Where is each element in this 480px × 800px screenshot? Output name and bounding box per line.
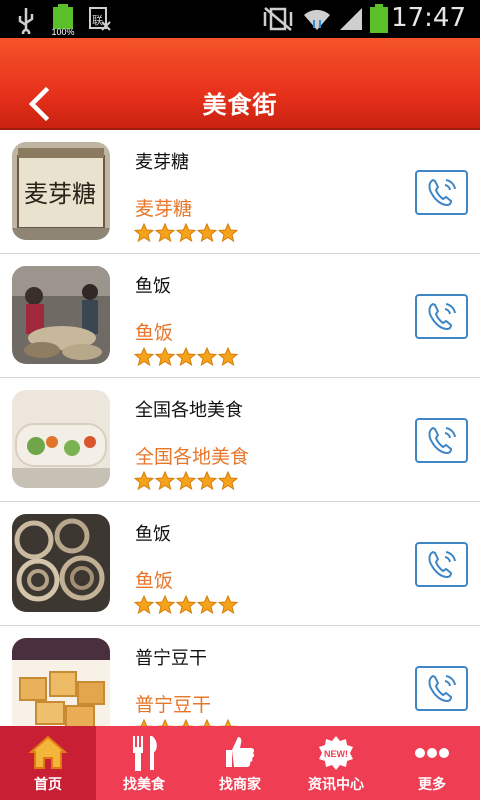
tab-news-center[interactable]: NEW! 资讯中心: [288, 726, 384, 800]
food-thumbnail: [12, 266, 110, 364]
svg-text:联: 联: [92, 14, 103, 27]
tab-label: 找美食: [123, 777, 165, 793]
clipboard-icon: 联: [89, 7, 111, 31]
food-thumbnail: [12, 638, 110, 726]
usb-icon: [18, 8, 34, 34]
star-icon: [176, 595, 196, 615]
battery-full-icon: 100%: [50, 4, 76, 40]
star-icon: [197, 595, 217, 615]
phone-icon: [428, 178, 456, 206]
item-subtitle: 鱼饭: [135, 322, 174, 344]
phone-icon: [428, 550, 456, 578]
star-icon: [197, 223, 217, 243]
tab-label: 资讯中心: [308, 777, 364, 793]
star-icon: [155, 595, 175, 615]
vibrate-mute-icon: [263, 7, 293, 31]
star-icon: [218, 347, 238, 367]
food-thumbnail: [12, 390, 110, 488]
home-icon: [28, 735, 68, 769]
call-button[interactable]: [415, 418, 468, 463]
more-dots-icon: [415, 748, 449, 758]
star-icon: [176, 471, 196, 491]
tab-label: 找商家: [219, 777, 261, 793]
item-subtitle: 全国各地美食: [135, 446, 250, 468]
star-icon: [197, 347, 217, 367]
fork-knife-icon: [133, 736, 157, 771]
list-item[interactable]: 鱼饭 鱼饭: [0, 254, 480, 378]
food-thumbnail: [12, 514, 110, 612]
phone-icon: [428, 302, 456, 330]
signal-icon: [340, 8, 362, 30]
status-time: 17:47: [391, 3, 466, 33]
star-icon: [155, 471, 175, 491]
star-icon: [218, 471, 238, 491]
tab-find-merchant[interactable]: 找商家: [192, 726, 288, 800]
item-name: 麦芽糖: [135, 152, 189, 173]
battery-percent: 100%: [51, 27, 74, 36]
rating-stars: [134, 347, 238, 367]
item-subtitle: 麦芽糖: [135, 198, 193, 220]
title-bar: 美食街: [0, 38, 480, 130]
star-icon: [134, 595, 154, 615]
star-icon: [155, 347, 175, 367]
call-button[interactable]: [415, 170, 468, 215]
page-title: 美食街: [202, 91, 278, 119]
phone-icon: [428, 674, 456, 702]
rating-stars: [134, 719, 238, 726]
battery-charging-icon: [370, 4, 388, 33]
tab-home[interactable]: 首页: [0, 726, 96, 800]
rating-stars: [134, 471, 238, 491]
food-thumbnail: 麦芽糖: [12, 142, 110, 240]
item-name: 鱼饭: [135, 276, 171, 297]
star-icon: [134, 223, 154, 243]
new-badge-icon: NEW!: [319, 736, 353, 770]
call-button[interactable]: [415, 294, 468, 339]
star-icon: [218, 223, 238, 243]
bottom-tab-bar: 首页 找美食 找商家 NEW! 资讯中心 更多: [0, 726, 480, 800]
list-item[interactable]: 麦芽糖 麦芽糖 麦芽糖: [0, 130, 480, 254]
list-item[interactable]: 鱼饭 鱼饭: [0, 502, 480, 626]
svg-text:麦芽糖: 麦芽糖: [24, 180, 96, 208]
tab-more[interactable]: 更多: [384, 726, 480, 800]
call-button[interactable]: [415, 542, 468, 587]
thumbs-up-icon: [226, 737, 255, 767]
star-icon: [218, 719, 238, 726]
star-icon: [218, 595, 238, 615]
item-name: 全国各地美食: [135, 400, 243, 421]
tab-find-food[interactable]: 找美食: [96, 726, 192, 800]
rating-stars: [134, 223, 238, 243]
item-name: 鱼饭: [135, 524, 171, 545]
star-icon: [134, 471, 154, 491]
star-icon: [176, 719, 196, 726]
star-icon: [197, 719, 217, 726]
food-list[interactable]: 麦芽糖 麦芽糖 麦芽糖 鱼饭 鱼饭 全国各地美食 全国各地美食 鱼饭 鱼饭 普宁…: [0, 130, 480, 726]
list-item[interactable]: 普宁豆干 普宁豆干: [0, 626, 480, 726]
wifi-icon: [304, 9, 330, 30]
rating-stars: [134, 595, 238, 615]
phone-icon: [428, 426, 456, 454]
item-subtitle: 鱼饭: [135, 570, 174, 592]
star-icon: [197, 471, 217, 491]
tab-label: 更多: [418, 777, 446, 793]
status-bar: 100% 联 17:47: [0, 0, 480, 38]
star-icon: [134, 347, 154, 367]
item-name: 普宁豆干: [135, 648, 207, 669]
svg-text:NEW!: NEW!: [324, 749, 348, 759]
tab-label: 首页: [34, 777, 62, 793]
call-button[interactable]: [415, 666, 468, 711]
star-icon: [176, 347, 196, 367]
list-item[interactable]: 全国各地美食 全国各地美食: [0, 378, 480, 502]
star-icon: [134, 719, 154, 726]
star-icon: [176, 223, 196, 243]
star-icon: [155, 223, 175, 243]
item-subtitle: 普宁豆干: [135, 694, 212, 716]
star-icon: [155, 719, 175, 726]
